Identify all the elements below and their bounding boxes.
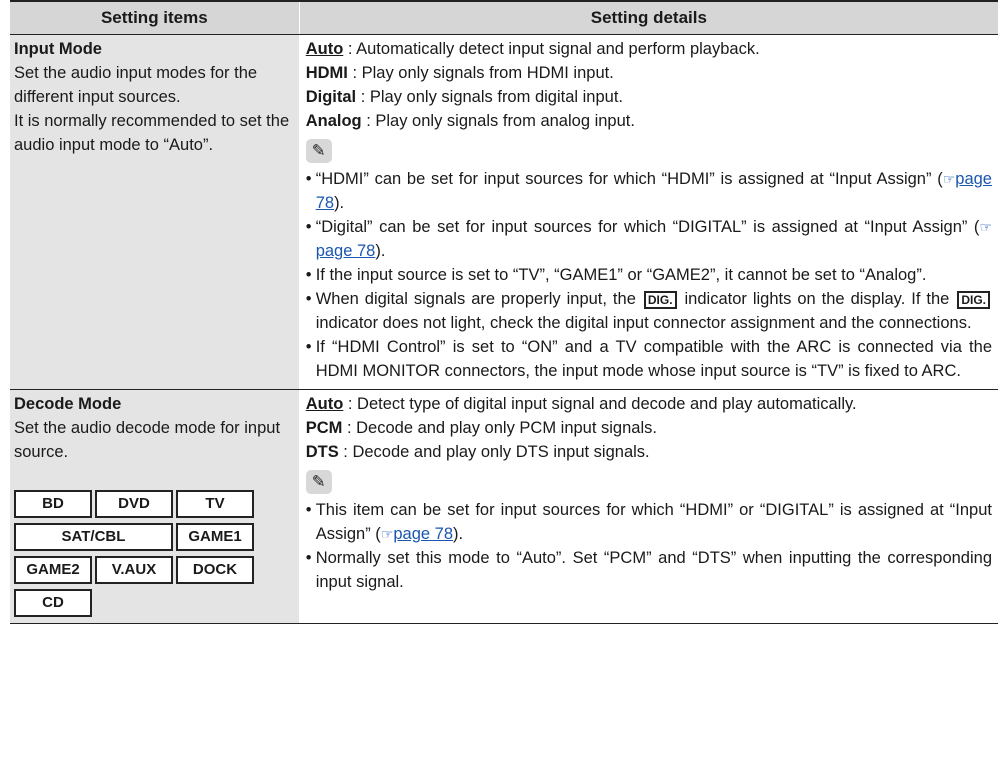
settings-table: Setting items Setting details Input Mode… bbox=[10, 0, 998, 624]
note-item: • This item can be set for input sources … bbox=[306, 498, 992, 546]
setting-title: Input Mode bbox=[14, 40, 102, 58]
option-name: PCM bbox=[305, 419, 343, 437]
bullet-icon: • bbox=[305, 338, 312, 356]
source-tv: TV bbox=[176, 490, 254, 518]
dig-indicator-icon: DIG. bbox=[957, 291, 990, 309]
note-item: • Normally set this mode to “Auto”. Set “… bbox=[306, 546, 992, 594]
header-setting-items: Setting items bbox=[10, 2, 300, 34]
table-header: Setting items Setting details bbox=[10, 0, 998, 35]
note-item: • “HDMI” can be set for input sources for… bbox=[306, 167, 992, 215]
input-source-buttons: BD DVD TV SAT/CBL GAME1 GAME2 V.AUX DOCK… bbox=[14, 490, 295, 617]
option-dts: DTS : Decode and play only DTS input sig… bbox=[306, 440, 992, 464]
note-item: • If “HDMI Control” is set to “ON” and a … bbox=[306, 335, 992, 383]
source-cd: CD bbox=[14, 589, 92, 617]
bullet-icon: • bbox=[305, 266, 312, 284]
source-dvd: DVD bbox=[95, 490, 173, 518]
page-ref-icon: ☞ bbox=[380, 526, 394, 542]
note-item: • When digital signals are properly input… bbox=[306, 287, 992, 335]
table-row-input-mode: Input Mode Set the audio input modes for… bbox=[10, 35, 998, 390]
bullet-icon: • bbox=[305, 218, 312, 236]
option-name: HDMI bbox=[305, 64, 348, 82]
bullet-icon: • bbox=[305, 170, 312, 188]
source-v-aux: V.AUX bbox=[95, 556, 173, 584]
option-name: DTS bbox=[305, 443, 339, 461]
source-sat-cbl: SAT/CBL bbox=[14, 523, 173, 551]
setting-details-cell: Auto : Automatically detect input signal… bbox=[300, 35, 998, 389]
setting-recommendation: It is normally recommended to set the au… bbox=[14, 112, 290, 154]
note-item: • If the input source is set to “TV”, “GA… bbox=[306, 263, 992, 287]
page-ref-icon: ☞ bbox=[979, 219, 992, 235]
page-link[interactable]: page 78 bbox=[316, 242, 376, 260]
bullet-icon: • bbox=[305, 501, 312, 519]
pencil-icon: ✎ bbox=[305, 470, 332, 494]
source-dock: DOCK bbox=[176, 556, 254, 584]
source-game2: GAME2 bbox=[14, 556, 92, 584]
note-item: • “Digital” can be set for input sources … bbox=[306, 215, 992, 263]
option-auto: Auto : Detect type of digital input sign… bbox=[306, 392, 992, 416]
option-name: Auto bbox=[305, 40, 344, 58]
source-bd: BD bbox=[14, 490, 92, 518]
option-text: : Play only signals from HDMI input. bbox=[347, 64, 614, 82]
option-name: Digital bbox=[305, 88, 357, 106]
setting-title: Decode Mode bbox=[14, 395, 122, 413]
header-setting-details: Setting details bbox=[590, 8, 707, 27]
bullet-icon: • bbox=[305, 549, 312, 567]
option-text: : Decode and play only DTS input signals… bbox=[338, 443, 650, 461]
option-hdmi: HDMI : Play only signals from HDMI input… bbox=[306, 61, 992, 85]
page-ref-icon: ☞ bbox=[942, 171, 956, 187]
option-analog: Analog : Play only signals from analog i… bbox=[306, 109, 992, 133]
option-auto: Auto : Automatically detect input signal… bbox=[306, 37, 992, 61]
table-row-decode-mode: Decode Mode Set the audio decode mode fo… bbox=[10, 390, 998, 623]
option-text: : Play only signals from digital input. bbox=[356, 88, 624, 106]
setting-description: Set the audio decode mode for input sour… bbox=[14, 419, 281, 461]
setting-item-cell: Decode Mode Set the audio decode mode fo… bbox=[10, 390, 300, 623]
option-text: : Detect type of digital input signal an… bbox=[343, 395, 857, 413]
option-text: : Automatically detect input signal and … bbox=[343, 40, 760, 58]
dig-indicator-icon: DIG. bbox=[643, 291, 677, 309]
option-pcm: PCM : Decode and play only PCM input sig… bbox=[306, 416, 992, 440]
setting-details-cell: Auto : Detect type of digital input sign… bbox=[300, 390, 998, 623]
option-text: : Decode and play only PCM input signals… bbox=[342, 419, 657, 437]
pencil-icon: ✎ bbox=[305, 139, 332, 163]
option-name: Analog bbox=[305, 112, 362, 130]
page-link[interactable]: page 78 bbox=[393, 525, 453, 543]
option-digital: Digital : Play only signals from digital… bbox=[306, 85, 992, 109]
source-game1: GAME1 bbox=[176, 523, 254, 551]
bullet-icon: • bbox=[305, 290, 312, 308]
option-text: : Play only signals from analog input. bbox=[361, 112, 635, 130]
option-name: Auto bbox=[305, 395, 344, 413]
setting-description: Set the audio input modes for the differ… bbox=[14, 64, 258, 106]
setting-item-cell: Input Mode Set the audio input modes for… bbox=[10, 35, 300, 389]
